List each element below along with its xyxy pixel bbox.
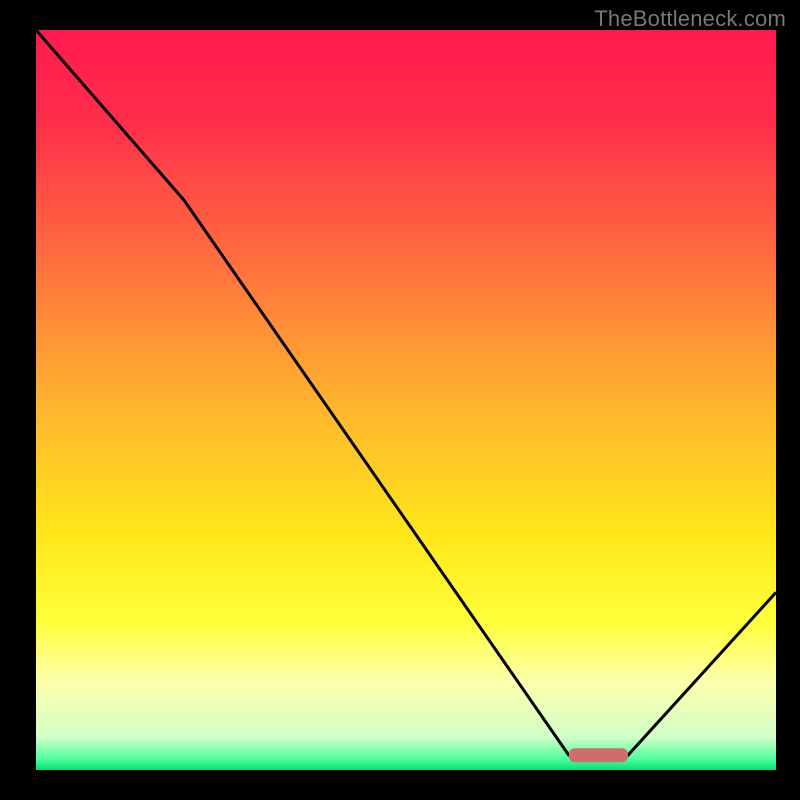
bottleneck-chart: TheBottleneck.com (0, 0, 800, 800)
optimal-range-marker (569, 748, 628, 762)
chart-svg (0, 0, 800, 800)
plot-area (36, 30, 776, 770)
watermark-text: TheBottleneck.com (594, 6, 786, 32)
